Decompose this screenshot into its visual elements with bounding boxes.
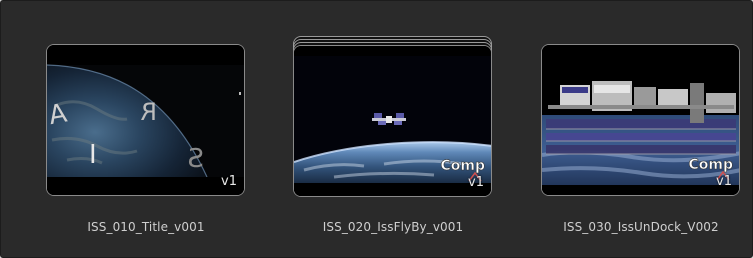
clip-thumbnail[interactable]: Comp v1 — [541, 44, 740, 196]
clip-card[interactable]: A R I S v1 ISS_010_Title_v001 — [46, 34, 246, 244]
title-letter: S — [187, 144, 204, 174]
clip-card[interactable]: Comp v1 ISS_020_IssFlyBy_v001 — [293, 34, 493, 244]
clip-name: ISS_010_Title_v001 — [87, 220, 205, 234]
title-letter: R — [140, 98, 157, 126]
clip-thumbnail[interactable]: Comp v1 — [293, 45, 492, 197]
clip-thumbnail[interactable]: A R I S v1 — [46, 44, 245, 196]
version-label: v1 — [716, 174, 732, 189]
comp-badge: Comp — [440, 158, 485, 174]
iss-undock-thumbnail — [542, 45, 739, 195]
title-letter: I — [89, 140, 97, 170]
clip-card[interactable]: Comp v1 ISS_030_IssUnDock_V002 — [541, 34, 741, 244]
media-pool-panel: A R I S v1 ISS_010_Title_v001 Comp v1 IS… — [0, 0, 753, 258]
iss-flyby-thumbnail — [294, 46, 491, 196]
version-label: v1 — [221, 174, 237, 189]
clip-name: ISS_030_IssUnDock_V002 — [563, 220, 719, 234]
earth-title-thumbnail: A R I S — [47, 45, 244, 195]
comp-badge: Comp — [688, 157, 733, 173]
clip-name: ISS_020_IssFlyBy_v001 — [322, 220, 464, 234]
version-label: v1 — [468, 175, 484, 190]
